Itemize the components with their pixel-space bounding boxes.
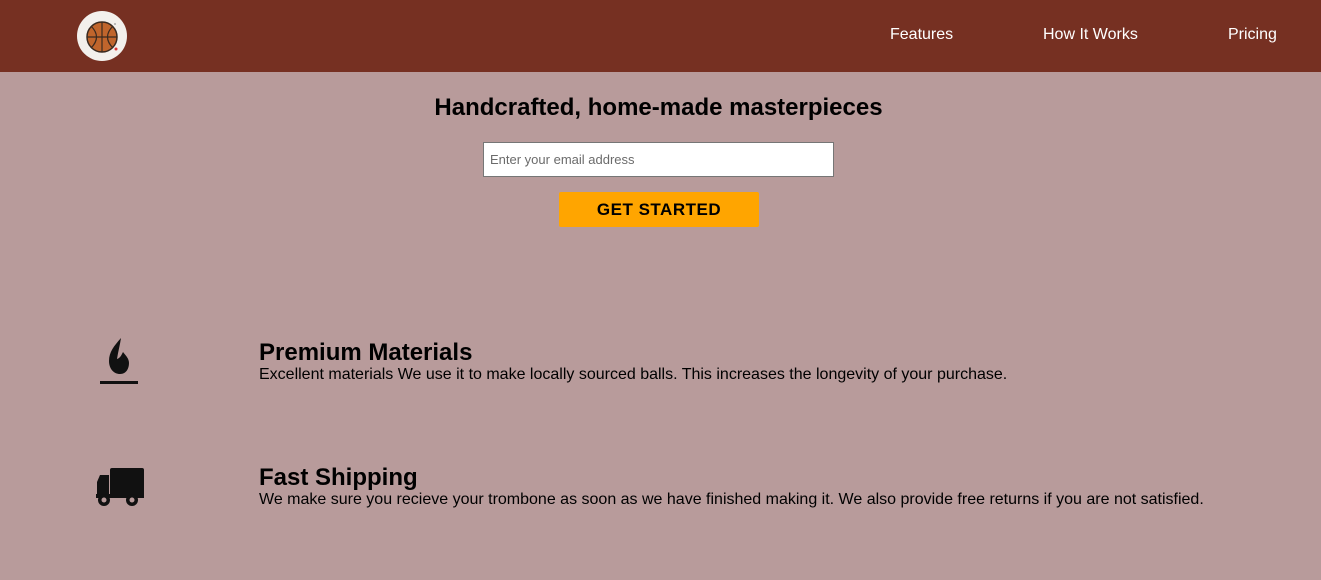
logo[interactable] [77,11,127,61]
feature-description: Excellent materials We use it to make lo… [259,366,1008,383]
feature-description: We make sure you recieve your trombone a… [259,491,1204,508]
hero-title: Handcrafted, home-made masterpieces [434,94,883,121]
get-started-button[interactable]: GET STARTED [559,192,759,227]
nav-how-it-works[interactable]: How It Works [1043,26,1138,44]
feature-title: Fast Shipping [259,464,418,491]
email-input[interactable] [483,142,834,177]
nav-features[interactable]: Features [890,26,953,44]
truck-icon [96,468,144,506]
fire-icon [100,338,138,384]
feature-title: Premium Materials [259,339,473,366]
basketball-icon [86,21,118,53]
site-header: Features How It Works Pricing [0,0,1321,72]
nav-pricing[interactable]: Pricing [1228,26,1277,44]
